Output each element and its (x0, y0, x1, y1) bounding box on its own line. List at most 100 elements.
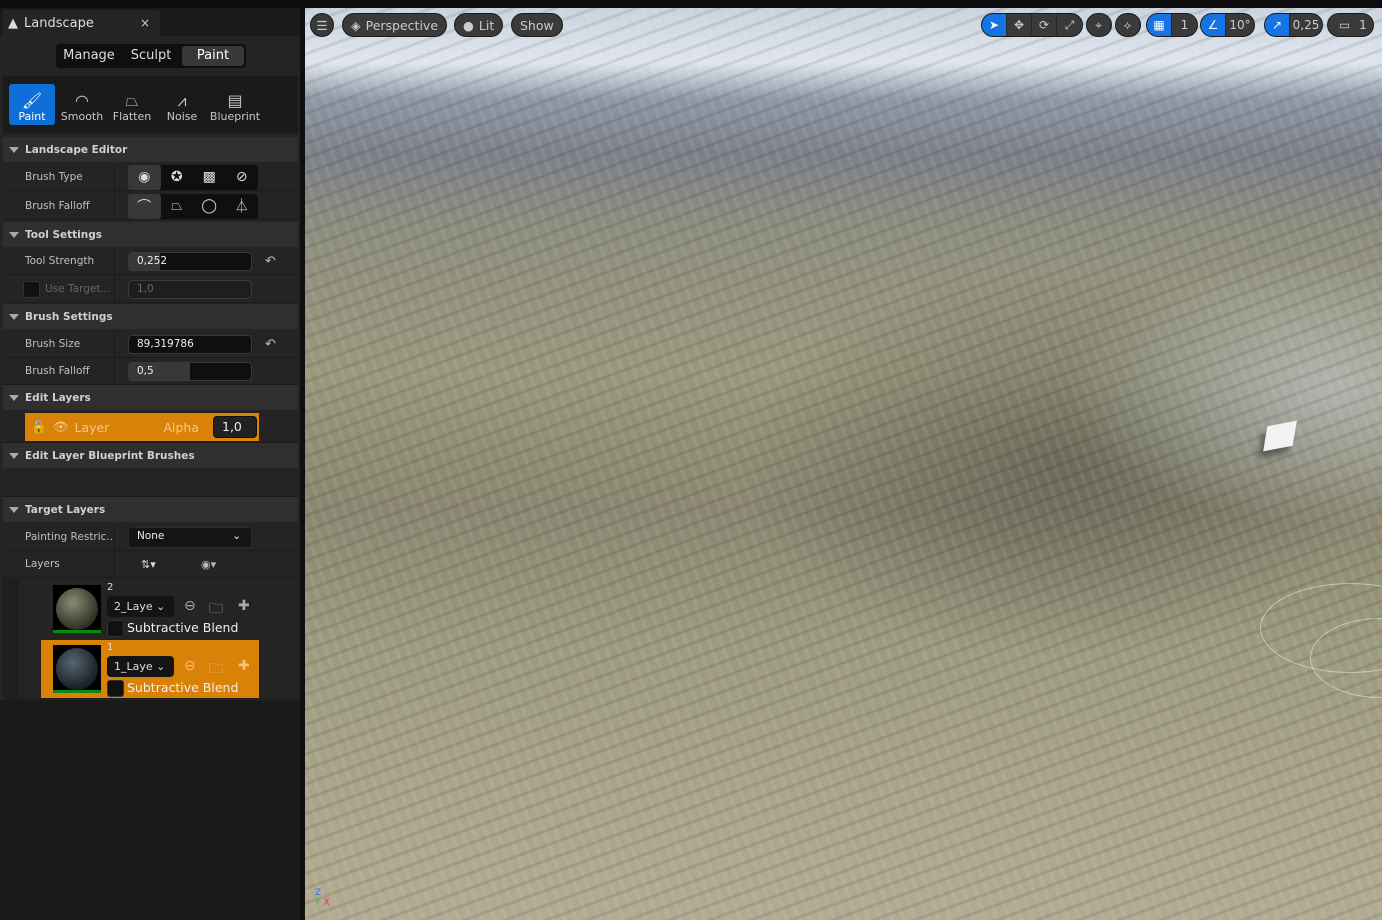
mode-paint[interactable]: Paint (182, 46, 244, 66)
subtractive-blend-checkbox[interactable] (107, 620, 124, 637)
camera-speed-value: 1 (1359, 18, 1367, 32)
show-button[interactable]: Show (511, 13, 563, 37)
section-edit-layer-blueprint-brushes[interactable]: Edit Layer Blueprint Brushes (3, 443, 298, 468)
cube-icon: ◈ (351, 17, 361, 33)
layer-item[interactable]: 2 2_Laye ⌄ ⊖ 🗀 ✚ Subtractive Blend (41, 580, 259, 638)
linear-falloff-icon[interactable]: ⏢ (161, 194, 194, 219)
layer-info-dropdown[interactable]: 1_Laye ⌄ (107, 656, 174, 677)
layer-item-selected[interactable]: 1 1_Laye ⌄ ⊖ 🗀 ✚ Subtractive Blend (41, 640, 259, 698)
grid-icon: ▦ (1147, 14, 1172, 36)
unlock-icon[interactable]: 🔓 (31, 419, 47, 435)
close-icon[interactable]: × (140, 16, 150, 30)
painting-restriction-label: Painting Restric... (3, 524, 115, 550)
add-icon[interactable]: ✚ (238, 658, 250, 674)
coord-system-button[interactable]: ⌖ (1086, 13, 1112, 37)
painting-restriction-dropdown[interactable]: None ⌄ (128, 526, 252, 548)
star-brush-icon[interactable]: ✪ (161, 165, 194, 190)
section-brush-settings[interactable]: Brush Settings (3, 304, 298, 329)
tool-label: Paint (18, 110, 46, 123)
terrain-texture (305, 8, 1382, 920)
tool-strength-value: 0,252 (137, 254, 168, 267)
reset-icon[interactable]: ↶ (265, 254, 276, 269)
blueprint-icon: ▤ (227, 91, 243, 110)
reset-layer-icon[interactable]: ⊖ (184, 658, 196, 674)
lit-button[interactable]: ● Lit (454, 13, 504, 37)
smooth-falloff-icon[interactable]: ⌒ (128, 193, 161, 219)
level-viewport[interactable]: ☰ ◈ Perspective ● Lit Show ➤ ✥ ⟳ ⤢ ⌖ ⟡ ▦ 1 ∠ 10… (305, 8, 1382, 920)
surface-snap-button[interactable]: ⟡ (1115, 13, 1141, 37)
pattern-brush-icon[interactable]: ▩ (193, 165, 226, 190)
snap-icon: ⟡ (1116, 14, 1140, 36)
perspective-button[interactable]: ◈ Perspective (342, 13, 448, 37)
panel-empty-area (0, 700, 300, 920)
tip-falloff-icon[interactable]: ⏃ (226, 194, 259, 219)
scale-snap-icon: ↗ (1265, 14, 1290, 36)
falloff-type-selector: ⌒ ⏢ ◯ ⏃ (128, 193, 259, 219)
tool-smooth[interactable]: ◠ Smooth (59, 84, 105, 125)
tool-paint[interactable]: 🖌 Paint (9, 84, 55, 125)
top-strip (0, 0, 1382, 8)
scale-snap-group[interactable]: ↗ 0,25 (1264, 13, 1323, 37)
section-target-layers[interactable]: Target Layers (3, 497, 298, 522)
viewport-menu-button[interactable]: ☰ (310, 13, 334, 37)
reset-layer-icon[interactable]: ⊖ (184, 598, 196, 614)
tool-label: Noise (166, 110, 198, 123)
section-title: Brush Settings (25, 310, 113, 323)
blueprint-brushes-row (3, 469, 298, 497)
section-edit-layers[interactable]: Edit Layers (3, 385, 298, 410)
layer-index: 1 (107, 642, 114, 653)
circle-brush-icon[interactable]: ◉ (128, 164, 161, 190)
edit-layer-item[interactable]: 🔓 👁 Layer Alpha 1,0 (25, 413, 259, 441)
angle-snap-group[interactable]: ∠ 10° (1200, 13, 1255, 37)
layers-label[interactable]: Layers (3, 551, 115, 577)
subtractive-blend-label: Subtractive Blend (127, 680, 239, 695)
section-landscape-editor[interactable]: Landscape Editor (3, 137, 298, 162)
brush-falloff-row: Brush Falloff 0,5 (3, 358, 298, 385)
painting-restriction-row: Painting Restric... None ⌄ (3, 524, 298, 551)
rotate-icon[interactable]: ⟳ (1032, 14, 1057, 36)
brush-type-label: Brush Type (3, 164, 115, 190)
layer-thumbnail (53, 645, 101, 693)
brush-type-row: Brush Type ◉ ✪ ▩ ⊘ (3, 164, 298, 191)
scale-icon[interactable]: ⤢ (1057, 14, 1082, 36)
sort-icon[interactable]: ⇅▾ (141, 558, 156, 571)
brush-size-field[interactable]: 89,319786 (128, 334, 252, 354)
subtractive-blend-checkbox[interactable] (107, 680, 124, 697)
component-brush-icon[interactable]: ⊘ (226, 165, 259, 190)
landscape-tab[interactable]: ▲ Landscape × (2, 10, 160, 36)
tool-strength-slider[interactable]: 0,252 (128, 251, 252, 271)
grid-snap-group[interactable]: ▦ 1 (1146, 13, 1198, 37)
use-target-checkbox[interactable] (23, 281, 40, 298)
layer-thumbnail (53, 585, 101, 633)
perspective-label: Perspective (365, 17, 439, 33)
tool-blueprint[interactable]: ▤ Blueprint (209, 84, 261, 125)
section-title: Target Layers (25, 503, 106, 516)
select-icon[interactable]: ➤ (982, 14, 1007, 36)
section-tool-settings[interactable]: Tool Settings (3, 222, 298, 247)
camera-speed-button[interactable]: ▭ 1 (1327, 13, 1374, 37)
visibility-icon[interactable]: ◉▾ (201, 558, 216, 571)
layer-info-dropdown[interactable]: 2_Laye ⌄ (107, 596, 174, 617)
tool-label: Flatten (112, 110, 152, 123)
browse-folder-icon[interactable]: 🗀 (209, 598, 223, 622)
alpha-field[interactable]: 1,0 (213, 416, 257, 438)
layers-row: Layers ⇅▾ ◉▾ (3, 551, 298, 578)
brush-size-label: Brush Size (3, 331, 115, 357)
brush-falloff-slider[interactable]: 0,5 (128, 361, 252, 381)
translate-icon[interactable]: ✥ (1007, 14, 1032, 36)
mode-manage[interactable]: Manage (58, 46, 120, 66)
landscape-icon: ▲ (8, 15, 18, 31)
section-title: Edit Layers (25, 391, 91, 404)
mode-sculpt[interactable]: Sculpt (120, 46, 182, 66)
add-icon[interactable]: ✚ (238, 598, 250, 614)
scale-value: 0,25 (1292, 18, 1320, 32)
reset-icon[interactable]: ↶ (265, 337, 276, 352)
alpha-label: Alpha (163, 419, 199, 435)
browse-folder-icon[interactable]: 🗀 (209, 658, 223, 682)
brush-icon: 🖌 (21, 91, 43, 110)
flatten-icon: ⏢ (125, 91, 139, 110)
spherical-falloff-icon[interactable]: ◯ (193, 194, 226, 219)
eye-icon[interactable]: 👁 (53, 419, 69, 435)
tool-flatten[interactable]: ⏢ Flatten (109, 84, 155, 125)
tool-noise[interactable]: ⩘ Noise (159, 84, 205, 125)
